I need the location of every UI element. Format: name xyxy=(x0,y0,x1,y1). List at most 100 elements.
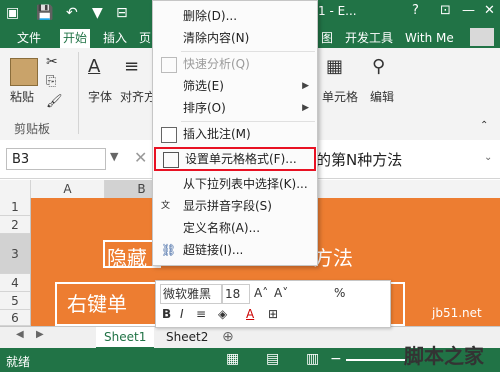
menu-item-label: 排序(O) xyxy=(183,101,226,115)
row-header-2[interactable]: 2 xyxy=(0,216,30,234)
row-headers: 1 2 3 4 5 6 xyxy=(0,198,31,326)
format-painter-icon[interactable]: 🖌 xyxy=(46,94,63,109)
tab-home[interactable]: 开始 xyxy=(60,29,91,48)
help-icon[interactable]: ? xyxy=(412,3,419,18)
edit-button[interactable]: 编辑 xyxy=(370,88,394,105)
borders-icon[interactable]: ⊞ xyxy=(268,305,278,323)
menu-separator xyxy=(181,51,315,52)
name-box[interactable]: B3 xyxy=(6,148,106,170)
select-all-corner[interactable] xyxy=(0,180,31,198)
cells-icon[interactable]: ▦ xyxy=(326,56,343,77)
cell-b3-overflow-text: 方法 xyxy=(313,246,353,270)
watermark-site: jb51.net xyxy=(432,306,482,320)
avatar[interactable] xyxy=(470,28,494,46)
row-header-5[interactable]: 5 xyxy=(0,292,30,310)
font-color-icon[interactable]: A xyxy=(246,305,254,323)
normal-view-icon[interactable]: ▦ xyxy=(226,351,239,367)
paste-icon[interactable] xyxy=(10,58,38,86)
menu-item-delete[interactable]: 删除(D)... xyxy=(153,5,317,27)
menu-item-insert-comment[interactable]: 插入批注(M) xyxy=(153,123,317,145)
menu-item-pick-from-list[interactable]: 从下拉列表中选择(K)... xyxy=(153,173,317,195)
font-button[interactable]: 字体 xyxy=(88,88,112,105)
link-icon: ⛓ xyxy=(161,243,177,257)
context-menu: 删除(D)... 清除内容(N) 快速分析(Q) 筛选(E) ▶ 排序(O) ▶ 插… xyxy=(152,0,318,266)
row-header-1[interactable]: 1 xyxy=(0,198,30,216)
expand-formula-icon[interactable]: ⌄ xyxy=(484,152,492,163)
page-break-icon[interactable]: ▥ xyxy=(306,351,319,367)
namebox-dropdown-icon[interactable]: ▼ xyxy=(110,150,118,163)
collapse-ribbon-icon[interactable]: ⌃ xyxy=(480,120,488,131)
menu-item-filter[interactable]: 筛选(E) ▶ xyxy=(153,75,317,97)
add-sheet-icon[interactable]: ⊕ xyxy=(222,329,234,345)
quick-analysis-icon xyxy=(161,57,177,73)
next-sheet-icon[interactable]: ▶ xyxy=(36,329,44,340)
align-icon[interactable]: ≡ xyxy=(124,56,139,77)
italic-button[interactable]: I xyxy=(180,305,184,323)
undo-icon[interactable]: ↶ xyxy=(66,3,78,23)
tab-developer[interactable]: 开发工具 xyxy=(342,29,396,48)
cells-button[interactable]: 单元格 xyxy=(322,88,358,105)
column-header-a[interactable]: A xyxy=(31,180,105,198)
excel-logo-icon: ▣ xyxy=(6,5,20,21)
menu-item-label: 插入批注(M) xyxy=(183,127,251,141)
format-cells-icon xyxy=(163,152,179,168)
page-layout-icon[interactable]: ▤ xyxy=(266,351,279,367)
minimize-button[interactable]: — xyxy=(462,3,475,18)
menu-item-quick-analysis[interactable]: 快速分析(Q) xyxy=(153,53,317,75)
phonetic-icon: 文 xyxy=(161,201,171,211)
menu-item-hyperlink[interactable]: ⛓ 超链接(I)... xyxy=(153,239,317,261)
window-title: 1 - E... xyxy=(318,4,357,18)
cut-icon[interactable]: ✂ xyxy=(46,54,58,70)
menu-item-label: 筛选(E) xyxy=(183,79,224,93)
tab-insert[interactable]: 插入 xyxy=(100,29,130,48)
shrink-font-icon[interactable]: A˅ xyxy=(274,284,288,302)
font-name-box[interactable]: 微软雅黑 xyxy=(160,284,222,304)
menu-item-define-name[interactable]: 定义名称(A)... xyxy=(153,217,317,239)
sheet-tab-sheet2[interactable]: Sheet2 xyxy=(158,327,216,347)
zoom-slider[interactable] xyxy=(346,359,406,361)
menu-item-label: 超链接(I)... xyxy=(183,243,244,257)
menu-separator xyxy=(181,121,315,122)
save-icon[interactable]: 💾 xyxy=(36,3,53,23)
font-size-box[interactable]: 18 xyxy=(222,284,250,304)
close-button[interactable]: ✕ xyxy=(484,3,495,18)
menu-item-label: 快速分析(Q) xyxy=(183,57,250,71)
align-center-button[interactable]: ≡ xyxy=(196,305,206,323)
fill-color-icon[interactable]: ◈ xyxy=(218,305,227,323)
row-header-6[interactable]: 6 xyxy=(0,310,30,326)
paste-button[interactable]: 粘贴 xyxy=(10,88,34,105)
tab-with-me[interactable]: With Me xyxy=(402,29,457,48)
restore-icon[interactable]: ⊡ xyxy=(440,3,451,18)
copy-icon[interactable]: ⎘ xyxy=(46,74,56,89)
tab-file[interactable]: 文件 xyxy=(14,29,44,48)
formula-input[interactable]: 的第N种方法 xyxy=(316,149,402,170)
menu-item-format-cells[interactable]: 设置单元格格式(F)... xyxy=(154,147,316,171)
row-header-4[interactable]: 4 xyxy=(0,274,30,292)
watermark-brand: 脚本之家 xyxy=(404,344,484,368)
grow-font-icon[interactable]: A˄ xyxy=(254,284,268,302)
menu-item-label: 从下拉列表中选择(K)... xyxy=(183,177,308,191)
row-header-3[interactable]: 3 xyxy=(0,234,30,274)
menu-item-label: 清除内容(N) xyxy=(183,31,250,45)
prev-sheet-icon[interactable]: ◀ xyxy=(16,329,24,340)
binoculars-icon[interactable]: ⚲ xyxy=(372,56,385,77)
bold-button[interactable]: B xyxy=(162,305,171,323)
comment-icon xyxy=(161,127,177,143)
font-icon[interactable]: A xyxy=(88,56,100,77)
percent-button[interactable]: % xyxy=(334,284,345,302)
menu-item-label: 定义名称(A)... xyxy=(183,221,261,235)
mini-toolbar: 微软雅黑 18 A˄ A˅ % B I ≡ ◈ A ⊞ xyxy=(155,280,391,328)
menu-item-phonetic[interactable]: 文 显示拼音字段(S) xyxy=(153,195,317,217)
tab-view[interactable]: 图 xyxy=(318,29,336,48)
zoom-out-icon[interactable]: − xyxy=(330,351,342,367)
align-button[interactable]: 对齐方 xyxy=(120,88,156,105)
menu-item-clear-contents[interactable]: 清除内容(N) xyxy=(153,27,317,49)
menu-item-sort[interactable]: 排序(O) ▶ xyxy=(153,97,317,119)
filter-icon[interactable]: ▼ xyxy=(92,3,103,23)
sheet-tab-sheet1[interactable]: Sheet1 xyxy=(96,327,155,349)
customize-icon[interactable]: ⊟ xyxy=(116,3,128,23)
cancel-icon[interactable]: ✕ xyxy=(134,148,147,167)
submenu-arrow-icon: ▶ xyxy=(302,81,309,91)
cell-b5-text: 右键单 xyxy=(67,292,127,316)
cell-b3-text: 隐藏 xyxy=(107,246,147,270)
